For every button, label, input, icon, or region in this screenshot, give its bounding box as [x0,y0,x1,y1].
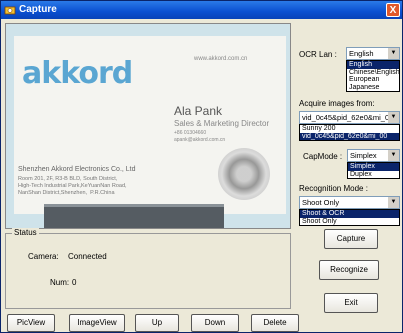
camera-label: Camera: [28,252,59,261]
ocr-lan-select[interactable]: English ▼ [346,47,400,60]
capture-button[interactable]: Capture [324,229,378,249]
card-person-title: Sales & Marketing Director [174,119,270,128]
capmode-dropdown[interactable]: Simplex Duplex [347,162,400,179]
status-legend: Status [12,228,39,237]
acquire-label: Acquire images from: [299,99,375,108]
ocr-option[interactable]: Chinese\English [347,69,400,77]
title-bar[interactable]: Capture X [1,1,402,19]
delete-button[interactable]: Delete [251,314,299,332]
imageview-button[interactable]: ImageView [69,314,125,332]
chevron-down-icon[interactable]: ▼ [388,150,399,161]
capture-window: Capture X akkord www.akkord.com.cn Ala P… [0,0,403,333]
camera-value: Connected [68,252,107,261]
exit-button[interactable]: Exit [324,293,378,313]
card-person-name: Ala Pank [174,104,223,118]
num-label: Num: [50,278,70,287]
acquire-select[interactable]: vid_0c45&pid_62e0&mi_00 ▼ [299,111,400,124]
card-company: Shenzhen Akkord Electronics Co., Ltd [18,166,136,173]
capmode-option[interactable]: Simplex [348,163,399,171]
chevron-down-icon[interactable]: ▼ [388,112,399,123]
num-value: 0 [72,278,77,287]
app-icon [4,6,16,15]
ocr-option[interactable]: Japanese [347,84,399,92]
ocr-option[interactable]: European [347,76,399,84]
ocr-option[interactable]: English [347,61,399,69]
recognition-value: Shoot Only [302,198,340,207]
chevron-down-icon[interactable]: ▼ [388,48,399,59]
business-card-image: akkord www.akkord.com.cn Ala Pank Sales … [14,36,286,214]
recognition-dropdown[interactable]: Shoot & OCR Shoot Only [299,209,400,226]
ocr-lan-dropdown[interactable]: English Chinese\English European Japanese [346,60,400,92]
card-logo: akkord [22,56,133,91]
capmode-value: Simplex [350,151,377,160]
card-address: Room 201, 2F, R3-B BLD, South District, … [18,176,127,196]
capmode-label: CapMode : [303,152,343,161]
status-group: Status Camera: Connected Num: 0 [5,228,291,309]
scanner-clip [44,204,224,228]
picview-button[interactable]: PicView [7,314,55,332]
card-website: www.akkord.com.cn [194,56,248,62]
card-contact: +86 01304660 apank@akkord.com.cn [174,130,226,143]
chevron-down-icon[interactable]: ▼ [388,197,399,208]
recognition-option[interactable]: Shoot & OCR [300,210,399,218]
ocr-lan-label: OCR Lan : [299,50,337,59]
acquire-value: vid_0c45&pid_62e0&mi_00 [302,113,394,122]
camera-preview: akkord www.akkord.com.cn Ala Pank Sales … [5,23,291,229]
up-button[interactable]: Up [135,314,179,332]
capmode-select[interactable]: Simplex ▼ [347,149,400,162]
recognize-button[interactable]: Recognize [319,260,379,280]
close-button[interactable]: X [386,3,400,17]
acquire-option[interactable]: Sunny 200 [300,125,399,133]
recognition-select[interactable]: Shoot Only ▼ [299,196,400,209]
acquire-dropdown[interactable]: Sunny 200 vid_0c45&pid_62e0&mi_00 [299,124,400,141]
capmode-option[interactable]: Duplex [348,171,399,179]
camera-lens-reflection [218,148,270,200]
down-button[interactable]: Down [191,314,239,332]
acquire-option[interactable]: vid_0c45&pid_62e0&mi_00 [300,132,399,140]
recognition-option[interactable]: Shoot Only [300,218,399,226]
recognition-label: Recognition Mode : [299,184,368,193]
window-title: Capture [19,4,57,15]
ocr-lan-value: English [349,49,374,58]
